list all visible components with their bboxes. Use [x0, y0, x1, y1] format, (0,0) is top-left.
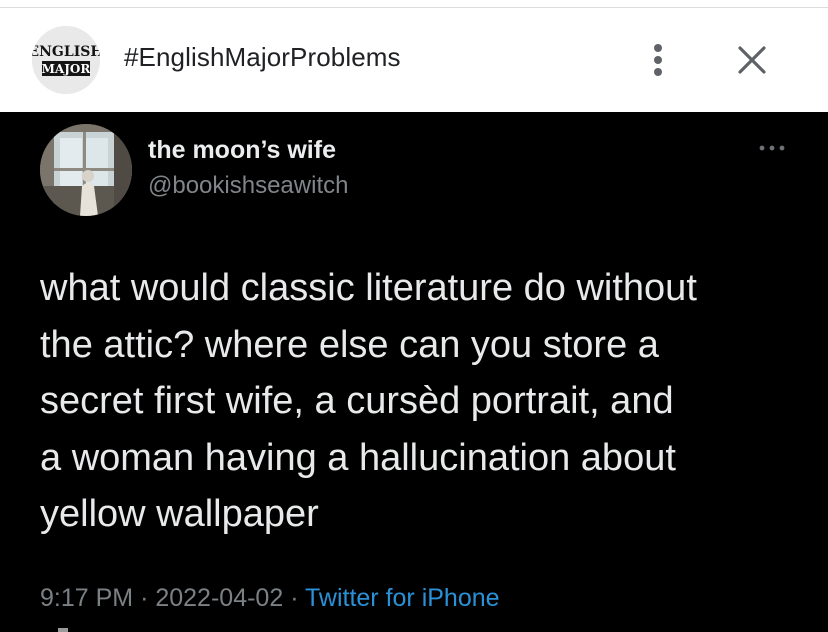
tweet-date[interactable]: 2022-04-02 — [155, 584, 283, 612]
page: ENGLISH MAJOR #EnglishMajorProblems the … — [0, 0, 828, 632]
more-vertical-icon — [654, 44, 662, 76]
more-horizontal-icon — [759, 145, 785, 151]
tweet-text-line: yellow wallpaper — [40, 493, 319, 535]
group-header: ENGLISH MAJOR #EnglishMajorProblems — [0, 8, 828, 112]
tweet-meta: 9:17 PM · 2022-04-02 · Twitter for iPhon… — [40, 584, 500, 613]
bottom-edge-mark — [58, 628, 68, 632]
group-title: #EnglishMajorProblems — [124, 42, 401, 72]
close-icon — [738, 46, 766, 74]
display-name[interactable]: the moon’s wife — [148, 136, 336, 165]
group-logo: ENGLISH MAJOR — [32, 26, 100, 94]
tweet-source-link[interactable]: Twitter for iPhone — [305, 584, 500, 612]
tweet-text: what would classic literature do without… — [40, 260, 800, 543]
tweet-text-line: what would classic literature do without — [40, 267, 697, 309]
user-avatar[interactable] — [40, 124, 132, 216]
tweet-text-line: a woman having a hallucination about — [40, 436, 676, 479]
tweet-more-button[interactable] — [752, 136, 792, 160]
more-options-button[interactable] — [640, 38, 676, 82]
tweet-text-line: secret first wife, a cursèd portrait, an… — [40, 380, 674, 422]
group-avatar[interactable]: ENGLISH MAJOR — [32, 26, 100, 94]
user-handle[interactable]: @bookishseawitch — [148, 172, 348, 200]
svg-text:MAJOR: MAJOR — [42, 62, 92, 76]
tweet-card: the moon’s wife @bookishseawitch what wo… — [0, 112, 828, 632]
meta-separator: · — [140, 584, 149, 612]
svg-text:ENGLISH: ENGLISH — [32, 44, 100, 60]
tweet-time[interactable]: 9:17 PM — [40, 584, 133, 612]
close-button[interactable] — [730, 38, 774, 82]
tweet-text-line: the attic? where else can you store a — [40, 323, 659, 366]
avatar-photo — [40, 124, 132, 216]
meta-separator: · — [290, 584, 299, 612]
